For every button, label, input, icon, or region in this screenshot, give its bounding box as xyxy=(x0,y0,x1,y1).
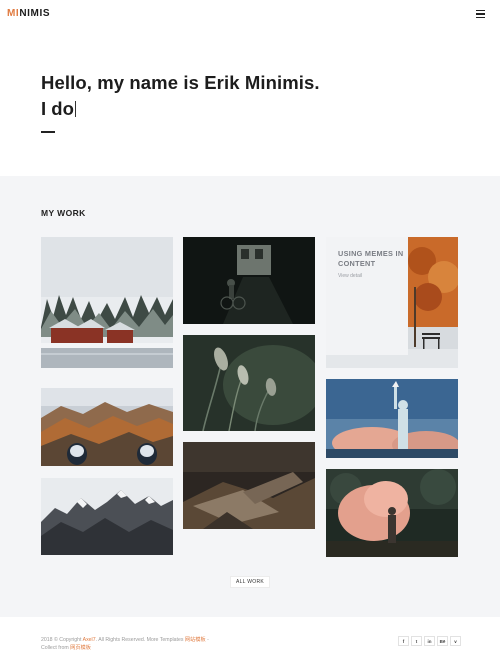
hero-divider xyxy=(41,131,55,133)
work-section: MY WORK USING MEMES IN CONTENT View deta… xyxy=(0,176,500,617)
snowy-cabin-image xyxy=(41,237,173,368)
portfolio-item-dark-street[interactable] xyxy=(183,237,315,324)
forest-log-image xyxy=(183,442,315,529)
footer-copyright: 2018 © Copyright Axel7. All Rights Reser… xyxy=(41,636,301,652)
hero-section: Hello, my name is Erik Minimis. I do xyxy=(0,28,500,176)
hero-typing-line: I do xyxy=(41,98,76,120)
featured-post-title[interactable]: USING MEMES IN CONTENT xyxy=(338,249,408,269)
portfolio-item-snow-peaks[interactable] xyxy=(41,478,173,555)
work-section-title: MY WORK xyxy=(41,208,86,218)
featured-post-card[interactable]: USING MEMES IN CONTENT View detail xyxy=(326,237,458,368)
typing-cursor xyxy=(74,101,76,117)
vimeo-icon[interactable]: v xyxy=(450,636,461,646)
top-navbar: MINIMIS xyxy=(0,0,500,28)
grass-macro-image xyxy=(183,335,315,431)
hero-title: Hello, my name is Erik Minimis. xyxy=(41,72,320,93)
snow-peaks-image xyxy=(41,478,173,555)
portfolio-item-grass-macro[interactable] xyxy=(183,335,315,431)
social-links: f t in Bē v xyxy=(398,636,461,646)
footer-separator: - xyxy=(205,637,209,643)
view-detail-link[interactable]: View detail xyxy=(338,273,408,279)
logo-text: NIMIS xyxy=(19,8,51,19)
copyright-prefix: 2018 © Copyright xyxy=(41,637,82,643)
smoke-person-image xyxy=(326,469,458,557)
templates-link[interactable]: 网站模板 xyxy=(185,637,206,643)
mountain-feet-image xyxy=(41,388,173,466)
hero-typing-text: I do xyxy=(41,98,74,119)
site-logo[interactable]: MINIMIS xyxy=(7,8,50,19)
hamburger-icon[interactable] xyxy=(476,10,485,18)
collect-from-link[interactable]: 网页模板 xyxy=(70,645,91,651)
facebook-icon[interactable]: f xyxy=(398,636,409,646)
linkedin-icon[interactable]: in xyxy=(424,636,435,646)
twitter-icon[interactable]: t xyxy=(411,636,422,646)
portfolio-item-smoke-person[interactable] xyxy=(326,469,458,557)
dark-street-image xyxy=(183,237,315,324)
company-link[interactable]: Axel7 xyxy=(83,637,96,643)
all-work-button[interactable]: ALL WORK xyxy=(230,576,270,588)
copyright-rights: . All Rights Reserved. More Templates xyxy=(95,637,184,643)
behance-icon[interactable]: Bē xyxy=(437,636,448,646)
portfolio-item-mountain-feet[interactable] xyxy=(41,388,173,466)
site-footer: 2018 © Copyright Axel7. All Rights Reser… xyxy=(0,617,500,670)
portfolio-item-forest-log[interactable] xyxy=(183,442,315,529)
portfolio-item-snowy-cabin[interactable] xyxy=(41,237,173,368)
statue-liberty-image xyxy=(326,379,458,458)
portfolio-item-statue-liberty[interactable] xyxy=(326,379,458,458)
collect-from-label: Collect from xyxy=(41,645,69,651)
logo-accent-text: MI xyxy=(7,8,20,19)
featured-post-text: USING MEMES IN CONTENT View detail xyxy=(326,237,408,355)
